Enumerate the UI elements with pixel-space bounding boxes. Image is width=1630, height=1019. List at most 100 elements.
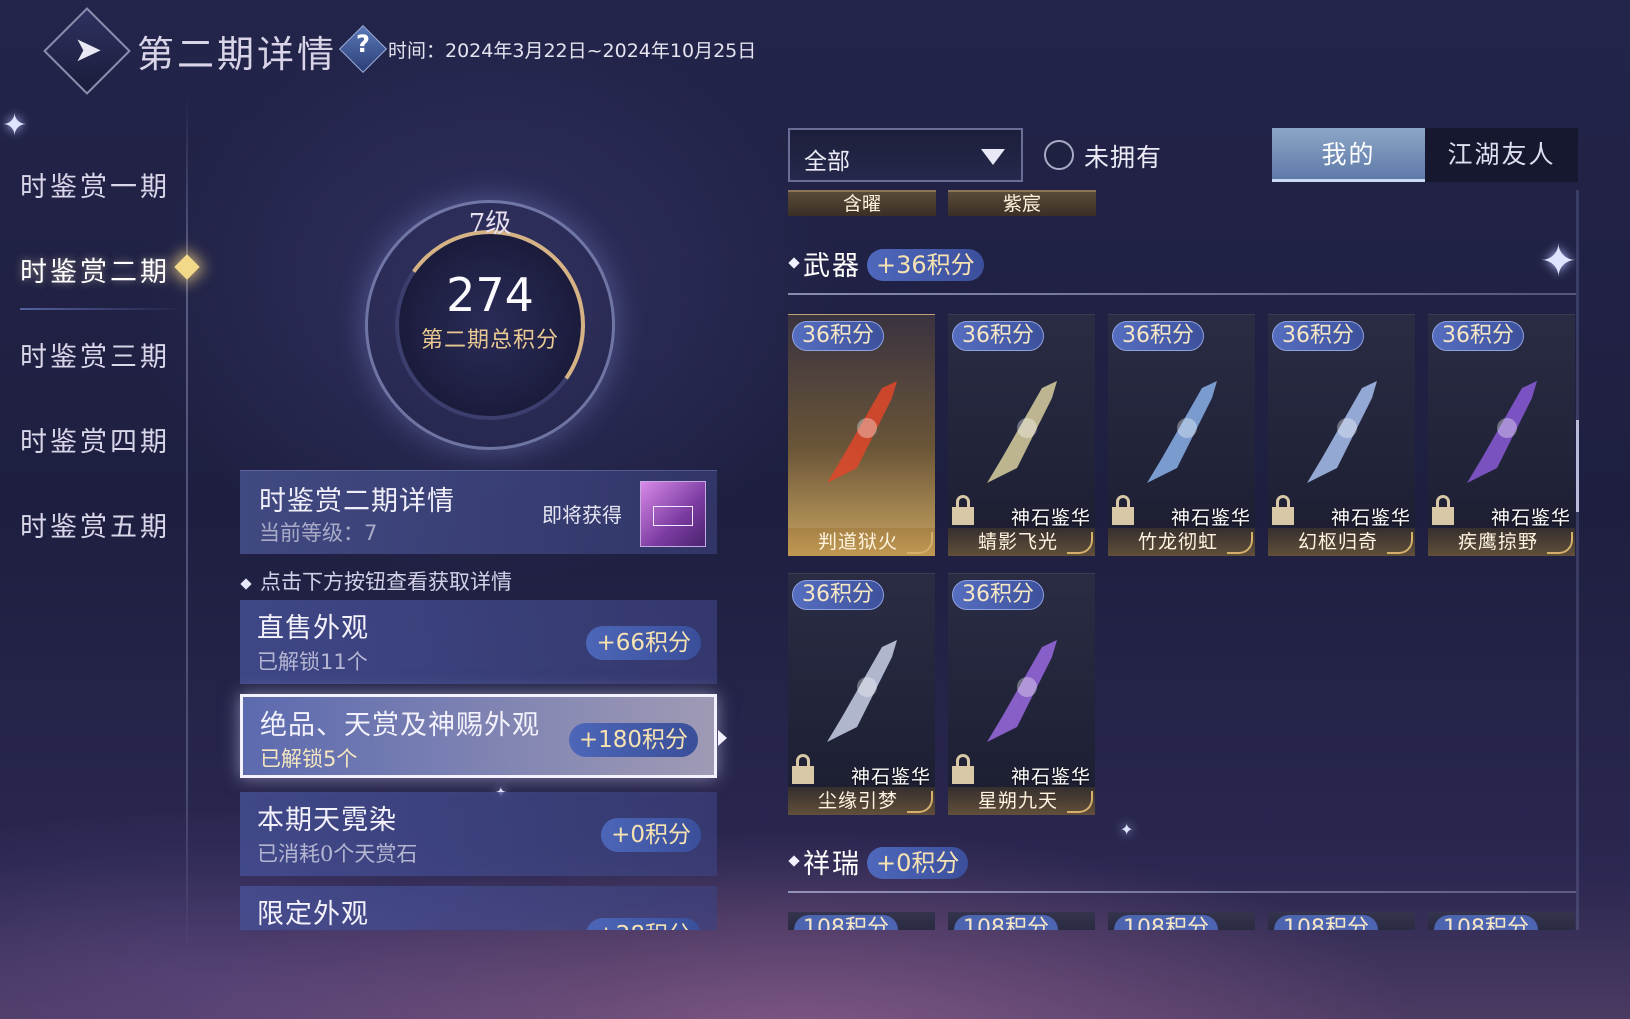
sparkle-icon: ✦	[1540, 236, 1577, 287]
source-card-premium[interactable]: 绝品、天赏及神赐外观 已解锁5个 +180积分	[240, 694, 717, 778]
upcoming-reward-thumbnail[interactable]	[640, 481, 706, 547]
source-points-badge: +0积分	[601, 818, 701, 852]
item-points-badge: 36积分	[952, 580, 1044, 610]
section-title: 武器	[803, 251, 861, 282]
active-marker-icon	[174, 254, 200, 280]
hint-label: 点击下方按钮查看获取详情	[260, 570, 512, 594]
total-score-label: 第二期总积分	[420, 328, 559, 353]
auspicious-item-card[interactable]: 108积分	[1428, 912, 1575, 930]
item-points-badge: 108积分	[1114, 915, 1218, 930]
item-points-badge: 108积分	[1274, 915, 1378, 930]
section-points-badge: +36积分	[867, 249, 984, 281]
source-subtitle: 已解锁5个	[260, 747, 358, 771]
weapon-item-card[interactable]: 36积分 神石鉴华 蜻影飞光	[948, 314, 1095, 556]
lock-icon	[952, 495, 974, 527]
category-filter-dropdown[interactable]: 全部	[788, 128, 1023, 182]
item-points-badge: 36积分	[792, 580, 884, 610]
sidebar-item-season-2[interactable]: 时鉴赏二期	[20, 250, 170, 289]
source-card-limited[interactable]: 限定外观 +28积分	[240, 886, 717, 930]
unowned-label[interactable]: 未拥有	[1084, 138, 1162, 174]
item-points-badge: 108积分	[954, 915, 1058, 930]
auspicious-item-card[interactable]: 108积分	[1268, 912, 1415, 930]
source-card-direct-sale[interactable]: 直售外观 已解锁11个 +66积分	[240, 600, 717, 684]
weapon-art-icon	[827, 381, 897, 483]
weapon-item-card[interactable]: 36积分 神石鉴华 竹龙彻虹	[1108, 314, 1255, 556]
section-divider	[788, 293, 1576, 295]
active-underline	[20, 308, 185, 310]
source-points-badge: +28积分	[586, 918, 701, 930]
diamond-bullet-icon	[788, 257, 800, 269]
source-points-badge: +66积分	[586, 626, 701, 660]
source-title: 限定外观	[257, 899, 369, 930]
lock-icon	[952, 754, 974, 786]
sidebar-item-season-3[interactable]: 时鉴赏三期	[20, 335, 170, 374]
item-points-badge: 36积分	[1112, 321, 1204, 351]
weapon-item-card[interactable]: 36积分 神石鉴华 星朔九天	[948, 573, 1095, 815]
sidebar-divider	[186, 95, 188, 955]
source-title: 直售外观	[257, 613, 369, 644]
lock-icon	[792, 754, 814, 786]
weapon-art-icon	[827, 640, 897, 742]
diamond-bullet-icon	[240, 577, 252, 590]
weapon-item-card[interactable]: 36积分 神石鉴华 尘缘引梦	[788, 573, 935, 815]
item-points-badge: 36积分	[1272, 321, 1364, 351]
unowned-radio[interactable]	[1044, 140, 1074, 170]
item-points-badge: 36积分	[792, 321, 884, 351]
event-time: 时间：2024年3月22日~2024年10月25日	[388, 40, 757, 62]
level-text: 7级	[468, 209, 512, 239]
item-source-tag: 神石鉴华	[1170, 507, 1251, 529]
sidebar-item-season-5[interactable]: 时鉴赏五期	[20, 505, 170, 544]
auspicious-item-card[interactable]: 108积分	[788, 912, 935, 930]
weapon-item-card[interactable]: 36积分 神石鉴华 幻枢归奇	[1268, 314, 1415, 556]
scrollbar-track[interactable]	[1576, 190, 1579, 930]
item-points-badge: 36积分	[1432, 321, 1524, 351]
weapon-item-card[interactable]: 36积分 神石鉴华 疾鹰掠野	[1428, 314, 1575, 556]
upcoming-reward-label: 即将获得	[542, 503, 622, 527]
detail-title: 时鉴赏二期详情	[259, 486, 455, 517]
source-card-dye[interactable]: 本期天霓染 已消耗0个天赏石 +0积分	[240, 792, 717, 876]
item-source-tag: 神石鉴华	[850, 766, 931, 788]
auspicious-item-card[interactable]: 108积分	[1108, 912, 1255, 930]
section-points-badge: +0积分	[867, 847, 969, 879]
prev-item-name[interactable]: 紫宸	[948, 190, 1096, 216]
item-source-tag: 神石鉴华	[1330, 507, 1411, 529]
question-icon[interactable]: ?	[346, 30, 380, 64]
back-arrow-icon[interactable]: ➤	[62, 32, 114, 68]
filter-selected-value: 全部	[804, 149, 850, 175]
total-score: 274	[446, 268, 534, 322]
reward-frame-icon	[653, 506, 693, 526]
diamond-bullet-icon	[788, 855, 800, 867]
source-title: 绝品、天赏及神赐外观	[260, 710, 540, 741]
section-divider	[788, 891, 1576, 893]
source-points-badge: +180积分	[568, 723, 698, 757]
item-points-badge: 108积分	[1434, 915, 1538, 930]
item-points-badge: 36积分	[952, 321, 1044, 351]
section-header-weapons: 武器 +36积分	[803, 244, 984, 283]
weapon-art-icon	[987, 381, 1057, 483]
tab-friends[interactable]: 江湖友人	[1425, 128, 1578, 182]
weapon-art-icon	[987, 640, 1057, 742]
season-detail-card: 时鉴赏二期详情 当前等级：7 即将获得	[240, 470, 717, 554]
item-points-badge: 108积分	[794, 915, 898, 930]
weapon-art-icon	[1147, 381, 1217, 483]
sparkle-icon: ✦	[1120, 820, 1134, 839]
sidebar-item-season-1[interactable]: 时鉴赏一期	[20, 165, 170, 204]
hint-text: 点击下方按钮查看获取详情	[240, 566, 512, 596]
sparkle-icon: ✦	[2, 108, 28, 143]
lock-icon	[1432, 495, 1454, 527]
lock-icon	[1272, 495, 1294, 527]
weapon-art-icon	[1307, 381, 1377, 483]
tab-mine[interactable]: 我的	[1272, 128, 1425, 182]
prev-item-name[interactable]: 含曜	[788, 190, 936, 216]
scrollbar-thumb[interactable]	[1576, 420, 1579, 512]
source-title: 本期天霓染	[257, 805, 397, 836]
chevron-down-icon	[981, 149, 1005, 165]
page-title: 第二期详情	[137, 33, 337, 76]
weapon-item-card[interactable]: 36积分 判道狱火	[788, 314, 935, 556]
item-source-tag: 神石鉴华	[1490, 507, 1571, 529]
sidebar-item-season-4[interactable]: 时鉴赏四期	[20, 420, 170, 459]
lock-icon	[1112, 495, 1134, 527]
item-source-tag: 神石鉴华	[1010, 766, 1091, 788]
auspicious-item-card[interactable]: 108积分	[948, 912, 1095, 930]
weapon-art-icon	[1467, 381, 1537, 483]
